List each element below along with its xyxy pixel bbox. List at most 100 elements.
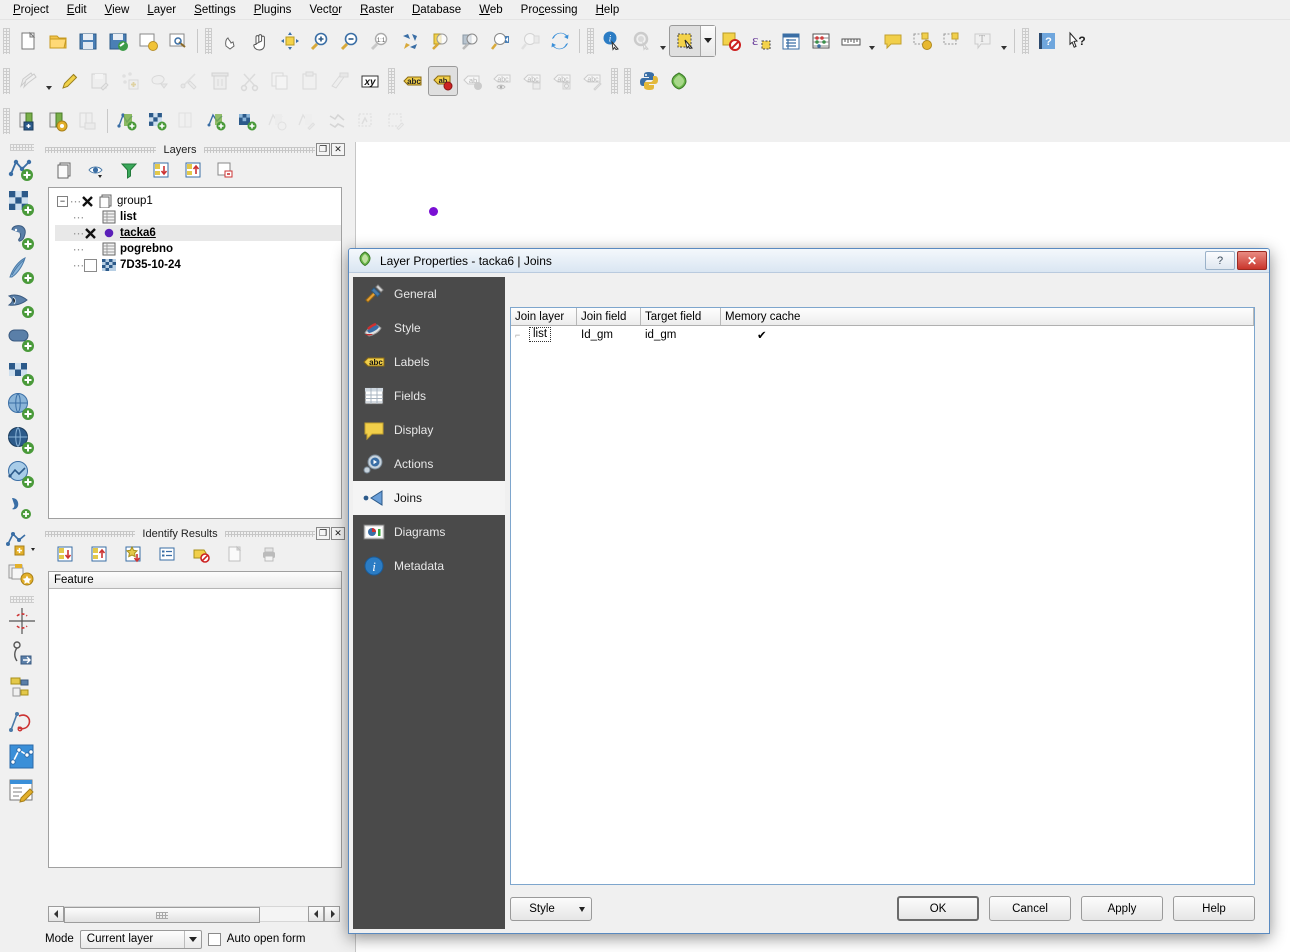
menu-view[interactable]: View xyxy=(96,2,139,18)
zoom-in-icon[interactable] xyxy=(305,26,335,56)
undo-icon[interactable] xyxy=(325,66,355,96)
new-shapefile-icon[interactable] xyxy=(202,106,232,136)
add-vector-layer-icon[interactable] xyxy=(3,152,41,186)
layer-tree-item[interactable]: ⋯ pogrebno xyxy=(55,241,341,257)
manage-visibility-icon[interactable] xyxy=(85,158,109,182)
new-print-composer-icon[interactable] xyxy=(133,26,163,56)
cut-features-icon[interactable] xyxy=(235,66,265,96)
menu-processing[interactable]: Processing xyxy=(512,2,587,18)
layer-visibility-checkbox[interactable] xyxy=(84,243,97,256)
layer-visibility-checkbox[interactable] xyxy=(84,227,97,240)
add-group-icon[interactable] xyxy=(53,158,77,182)
expand-tree-icon[interactable] xyxy=(53,542,77,566)
dialog-tab-labels[interactable]: abc Labels xyxy=(353,345,505,379)
add-mssql-layer-icon[interactable] xyxy=(3,288,41,322)
save-project-icon[interactable] xyxy=(73,26,103,56)
layer-name[interactable]: list xyxy=(120,211,137,223)
select-features-button[interactable] xyxy=(669,24,716,57)
panel-drag-handle[interactable] xyxy=(224,530,316,537)
identify-results-table[interactable]: Feature xyxy=(48,571,342,868)
edit-form-icon[interactable] xyxy=(3,774,41,808)
run-action-dropdown-arrow-icon[interactable] xyxy=(657,26,669,56)
remove-layer-icon[interactable] xyxy=(213,158,237,182)
zoom-full-icon[interactable] xyxy=(395,26,425,56)
auto-open-form-checkbox[interactable] xyxy=(207,932,221,946)
mode-combobox[interactable]: Current layer xyxy=(79,929,202,949)
toolbar-grip[interactable] xyxy=(388,67,395,94)
open-project-icon[interactable] xyxy=(43,26,73,56)
refresh-icon[interactable] xyxy=(545,26,575,56)
help-window-button[interactable]: ? xyxy=(1205,251,1235,270)
layer-tree-item[interactable]: ⋯ tacka6 xyxy=(55,225,341,241)
menu-settings[interactable]: Settings xyxy=(185,2,245,18)
measure-angle-icon[interactable] xyxy=(3,638,41,672)
dialog-tab-general[interactable]: General xyxy=(353,277,505,311)
zoom-to-selection-icon[interactable] xyxy=(425,26,455,56)
layers-tree[interactable]: − ⋯ group1 ⋯ list ⋯ tacka6 ⋯ pogrebno ⋯ 7D35-10-24 xyxy=(48,187,342,519)
panel-drag-handle[interactable] xyxy=(45,530,136,537)
snapping-options-icon[interactable] xyxy=(3,604,41,638)
export-db-icon[interactable] xyxy=(73,106,103,136)
add-postgis-layer-icon[interactable] xyxy=(3,220,41,254)
joins-table-row[interactable]: ⌐ list Id_gm id_gm ✔ xyxy=(511,326,1254,343)
undock-panel-icon[interactable]: ❐ xyxy=(316,143,330,156)
vertical-toolbar-grip[interactable] xyxy=(9,144,34,151)
zoom-last-icon[interactable] xyxy=(485,26,515,56)
dialog-tab-actions[interactable]: Actions xyxy=(353,447,505,481)
expand-collapse-icon[interactable]: − xyxy=(57,195,68,207)
geoprocessing-icon[interactable] xyxy=(232,106,262,136)
close-panel-icon[interactable]: ✕ xyxy=(331,527,346,540)
joins-column-header[interactable]: Memory cache xyxy=(721,308,1254,325)
select-features-dropdown-arrow-icon[interactable] xyxy=(700,25,715,56)
raster-calculator-icon[interactable] xyxy=(382,106,412,136)
toolbar-grip[interactable] xyxy=(3,67,10,94)
layer-name[interactable]: pogrebno xyxy=(120,243,173,255)
layer-visibility-checkbox[interactable] xyxy=(84,211,97,224)
add-raster-layer-icon[interactable] xyxy=(3,186,41,220)
pan-to-selection-icon[interactable] xyxy=(275,26,305,56)
layer-name[interactable]: 7D35-10-24 xyxy=(120,259,181,271)
add-oracle-layer-icon[interactable] xyxy=(3,322,41,356)
collapse-tree-icon[interactable] xyxy=(87,542,111,566)
joins-column-header[interactable]: Join field xyxy=(577,308,641,325)
open-attribute-table-icon[interactable] xyxy=(776,26,806,56)
print-icon[interactable] xyxy=(257,542,281,566)
collapse-all-icon[interactable] xyxy=(181,158,205,182)
panel-drag-handle[interactable] xyxy=(45,146,157,153)
menu-plugins[interactable]: Plugins xyxy=(245,2,301,18)
menu-vector[interactable]: Vector xyxy=(300,2,351,18)
help-contents-icon[interactable]: ? xyxy=(1032,26,1062,56)
copy-style-icon[interactable] xyxy=(3,672,41,706)
composer-manager-icon[interactable] xyxy=(163,26,193,56)
highlight-pinned-labels-icon[interactable]: abc xyxy=(488,66,518,96)
chevron-down-icon[interactable] xyxy=(183,930,201,948)
target-field-cell[interactable]: id_gm xyxy=(641,326,721,343)
add-vector-layer-icon[interactable] xyxy=(112,106,142,136)
add-wcs-layer-icon[interactable] xyxy=(3,390,41,424)
style-menu-button[interactable]: Style xyxy=(510,897,592,921)
show-bookmarks-icon[interactable] xyxy=(938,26,968,56)
scroll-right-button[interactable] xyxy=(324,906,340,922)
toolbar-grip[interactable] xyxy=(587,27,594,54)
expand-all-icon[interactable] xyxy=(149,158,173,182)
map-tips-icon[interactable] xyxy=(878,26,908,56)
layer-labeling-icon[interactable]: abc xyxy=(398,66,428,96)
add-wfs-layer-icon[interactable] xyxy=(3,424,41,458)
apply-button[interactable]: Apply xyxy=(1081,896,1163,921)
measure-dropdown-arrow-icon[interactable] xyxy=(866,26,878,56)
view-mode-icon[interactable] xyxy=(155,542,179,566)
pan-map-icon[interactable] xyxy=(245,26,275,56)
joins-table[interactable]: Join layer Join field Target field Memory c… xyxy=(510,307,1255,885)
toolbar-grip[interactable] xyxy=(3,27,10,54)
scroll-left-button-2[interactable] xyxy=(308,906,324,922)
copy-features-icon[interactable] xyxy=(265,66,295,96)
delete-selected-icon[interactable] xyxy=(205,66,235,96)
spatial-query-icon[interactable] xyxy=(262,106,292,136)
simplify-feature-icon[interactable] xyxy=(3,706,41,740)
touch-zoom-pan-icon[interactable] xyxy=(215,26,245,56)
clip-raster-icon[interactable] xyxy=(352,106,382,136)
scrollbar-track[interactable] xyxy=(64,906,308,923)
edit-table-icon[interactable] xyxy=(292,106,322,136)
show-hide-labels-icon[interactable]: ab xyxy=(458,66,488,96)
layer-tree-item[interactable]: − ⋯ group1 xyxy=(55,193,341,209)
